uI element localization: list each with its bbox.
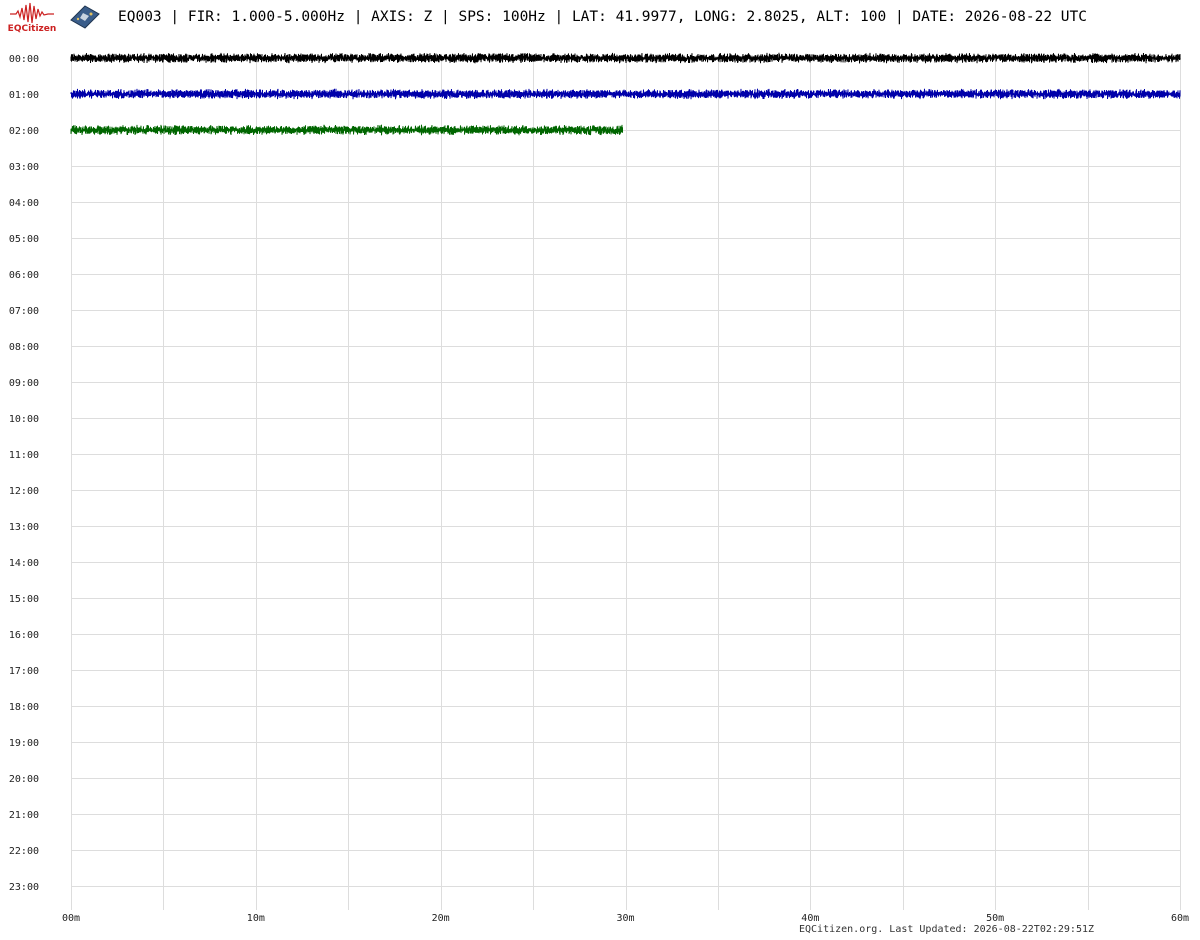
trace-0200 [70,124,623,136]
x-tick-label: 30m [616,913,634,924]
traces [70,52,1181,136]
row-time-label: 09:00 [9,378,39,389]
x-tick-label: 40m [801,913,819,924]
row-time-label: 02:00 [9,126,39,137]
row-time-label: 01:00 [9,90,39,101]
row-time-label: 00:00 [9,54,39,65]
trace-0100 [70,88,1181,100]
row-time-label: 20:00 [9,774,39,785]
x-tick-label: 60m [1171,913,1189,924]
row-time-label: 05:00 [9,234,39,245]
row-time-label: 19:00 [9,738,39,749]
row-time-label: 15:00 [9,594,39,605]
row-time-label: 21:00 [9,810,39,821]
grid [71,58,1181,910]
row-time-label: 22:00 [9,846,39,857]
row-time-label: 12:00 [9,486,39,497]
row-time-label: 23:00 [9,882,39,893]
x-tick-label: 20m [432,913,450,924]
x-tick-label: 10m [247,913,265,924]
last-updated-footer: EQCitizen.org. Last Updated: 2026-08-22T… [799,924,1095,935]
row-time-label: 14:00 [9,558,39,569]
row-time-label: 17:00 [9,666,39,677]
row-time-label: 04:00 [9,198,39,209]
x-tick-label: 50m [986,913,1004,924]
row-time-label: 08:00 [9,342,39,353]
row-time-label: 16:00 [9,630,39,641]
x-tick-label: 00m [62,913,80,924]
row-time-label: 11:00 [9,450,39,461]
row-time-label: 10:00 [9,414,39,425]
trace-0000 [70,52,1181,64]
row-time-label: 07:00 [9,306,39,317]
row-time-label: 03:00 [9,162,39,173]
row-time-label: 06:00 [9,270,39,281]
row-time-label: 18:00 [9,702,39,713]
helicorder-chart: 00:00 01:00 02:00 03:00 04:00 05:00 06:00 07:00… [9,52,1189,924]
row-time-label: 13:00 [9,522,39,533]
axis-labels: 00:00 01:00 02:00 03:00 04:00 05:00 06:00 07:00… [9,54,1189,924]
